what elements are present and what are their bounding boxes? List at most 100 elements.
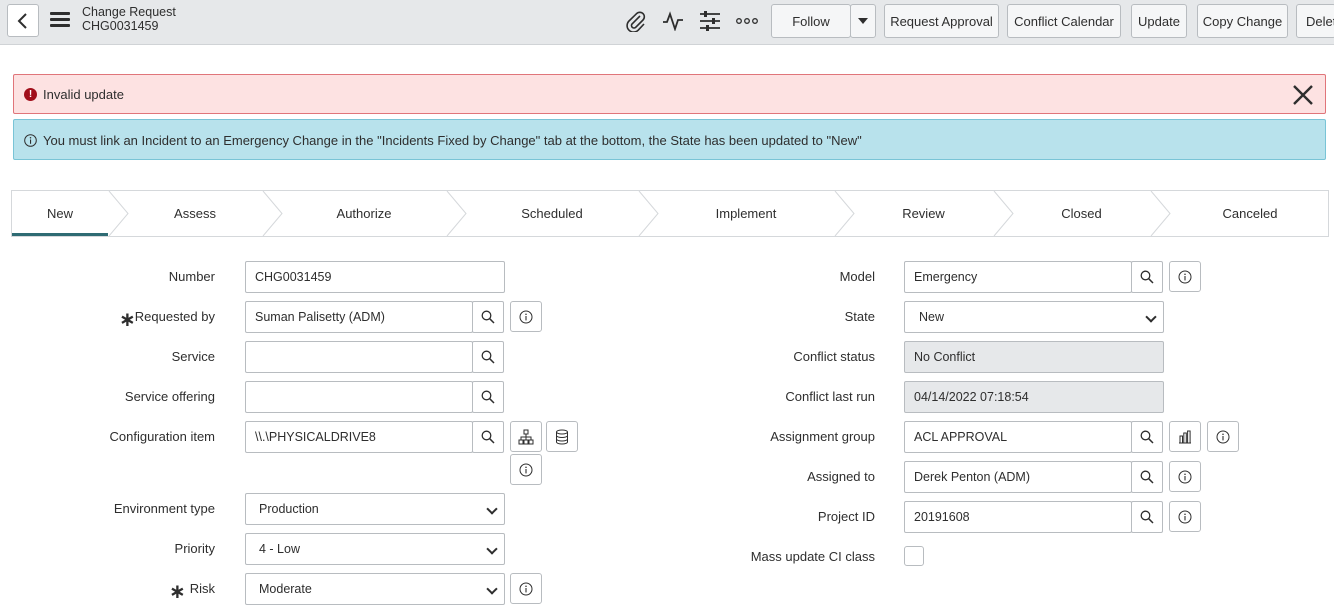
stage-separator bbox=[1150, 191, 1171, 236]
stage-assess: Assess bbox=[174, 206, 216, 221]
assigned-to-field[interactable]: Derek Penton (ADM) bbox=[904, 461, 1132, 493]
error-message: Invalid update bbox=[43, 87, 124, 102]
assigned-to-info-button[interactable] bbox=[1169, 461, 1201, 492]
search-icon bbox=[481, 430, 495, 444]
info-icon bbox=[1178, 470, 1192, 483]
project-id-label: Project ID bbox=[817, 509, 875, 524]
info-alert: You must link an Incident to an Emergenc… bbox=[13, 119, 1326, 160]
search-icon bbox=[1140, 430, 1154, 444]
ci-dependency-map-button[interactable] bbox=[510, 421, 542, 452]
conflict-calendar-button[interactable]: Conflict Calendar bbox=[1007, 4, 1121, 38]
request-approval-button[interactable]: Request Approval bbox=[884, 4, 999, 38]
assignment-group-field[interactable]: ACL APPROVAL bbox=[904, 421, 1132, 453]
project-id-info-button[interactable] bbox=[1169, 501, 1201, 532]
risk-label: Risk bbox=[189, 581, 215, 596]
model-lookup-button[interactable] bbox=[1131, 261, 1163, 293]
number-field[interactable]: CHG0031459 bbox=[245, 261, 505, 293]
copy-change-button[interactable]: Copy Change bbox=[1197, 4, 1288, 38]
info-icon bbox=[1178, 270, 1192, 283]
assignment-group-lookup-button[interactable] bbox=[1131, 421, 1163, 453]
search-icon bbox=[1140, 470, 1154, 484]
activity-icon[interactable] bbox=[661, 9, 685, 33]
state-label: State bbox=[844, 309, 875, 324]
model-info-button[interactable] bbox=[1169, 261, 1201, 292]
project-id-field[interactable]: 20191608 bbox=[904, 501, 1132, 533]
info-message: You must link an Incident to an Emergenc… bbox=[43, 133, 862, 148]
info-icon bbox=[24, 134, 37, 147]
number-label: Number bbox=[168, 269, 215, 284]
assigned-to-lookup-button[interactable] bbox=[1131, 461, 1163, 493]
model-field[interactable]: Emergency bbox=[904, 261, 1132, 293]
stage-scheduled: Scheduled bbox=[521, 206, 583, 221]
project-id-lookup-button[interactable] bbox=[1131, 501, 1163, 533]
risk-select[interactable]: Moderate bbox=[245, 573, 505, 605]
ci-database-button[interactable] bbox=[546, 421, 578, 452]
info-icon bbox=[1178, 510, 1192, 523]
hamburger-menu-icon[interactable] bbox=[50, 12, 70, 28]
stage-separator bbox=[446, 191, 467, 236]
conflict-status-label: Conflict status bbox=[793, 349, 875, 364]
configuration-item-lookup-button[interactable] bbox=[472, 421, 504, 453]
paperclip-icon[interactable] bbox=[624, 9, 648, 33]
caret-down-icon bbox=[858, 18, 868, 24]
model-label: Model bbox=[839, 269, 875, 284]
search-icon bbox=[481, 350, 495, 364]
stage-separator bbox=[638, 191, 659, 236]
environment-type-label: Environment type bbox=[113, 501, 215, 516]
risk-info-button[interactable] bbox=[510, 573, 542, 604]
service-label: Service bbox=[171, 349, 215, 364]
search-icon bbox=[481, 310, 495, 324]
state-select[interactable]: New bbox=[904, 301, 1164, 333]
process-flow: New Assess Authorize Scheduled Implement… bbox=[11, 190, 1329, 237]
environment-type-select[interactable]: Production bbox=[245, 493, 505, 525]
search-icon bbox=[1140, 270, 1154, 284]
record-title: Change Request CHG0031459 bbox=[82, 5, 176, 33]
configuration-item-info-button[interactable] bbox=[510, 454, 542, 485]
record-type: Change Request bbox=[82, 5, 176, 19]
mass-update-ci-class-label: Mass update CI class bbox=[750, 549, 875, 564]
follow-button[interactable]: Follow bbox=[771, 4, 851, 38]
service-lookup-button[interactable] bbox=[472, 341, 504, 373]
delete-button[interactable]: Delete bbox=[1296, 4, 1334, 38]
update-button[interactable]: Update bbox=[1131, 4, 1187, 38]
form-header: Change Request CHG0031459 Follow Request… bbox=[0, 0, 1334, 45]
configuration-item-field[interactable]: \\.\PHYSICALDRIVE8 bbox=[245, 421, 473, 453]
requested-by-lookup-button[interactable] bbox=[472, 301, 504, 333]
service-offering-lookup-button[interactable] bbox=[472, 381, 504, 413]
requested-by-info-button[interactable] bbox=[510, 301, 542, 332]
stage-authorize: Authorize bbox=[336, 206, 392, 221]
mass-update-ci-class-checkbox[interactable] bbox=[904, 546, 924, 566]
back-button[interactable] bbox=[7, 4, 39, 37]
stage-separator bbox=[108, 191, 129, 236]
settings-sliders-icon[interactable] bbox=[698, 9, 722, 33]
info-icon bbox=[519, 582, 533, 595]
assignment-group-label: Assignment group bbox=[770, 429, 875, 444]
requested-by-field[interactable]: Suman Palisetty (ADM) bbox=[245, 301, 473, 333]
hierarchy-icon bbox=[518, 429, 534, 444]
stage-review: Review bbox=[902, 206, 945, 221]
service-field[interactable] bbox=[245, 341, 473, 373]
priority-select[interactable]: 4 - Low bbox=[245, 533, 505, 565]
chevron-left-icon bbox=[17, 12, 27, 29]
more-options-icon[interactable] bbox=[735, 9, 759, 33]
stage-separator bbox=[262, 191, 283, 236]
follow-dropdown-button[interactable] bbox=[850, 4, 876, 38]
info-icon bbox=[1216, 430, 1230, 443]
search-icon bbox=[481, 390, 495, 404]
stage-closed: Closed bbox=[1061, 206, 1102, 221]
configuration-item-label: Configuration item bbox=[109, 429, 216, 444]
priority-label: Priority bbox=[174, 541, 215, 556]
requested-by-label: Requested by bbox=[134, 309, 215, 324]
close-icon[interactable] bbox=[1292, 84, 1314, 106]
assignment-group-info-button[interactable] bbox=[1207, 421, 1239, 452]
stage-implement: Implement bbox=[715, 206, 777, 221]
conflict-status-field: No Conflict bbox=[904, 341, 1164, 373]
service-offering-field[interactable] bbox=[245, 381, 473, 413]
stage-separator bbox=[834, 191, 855, 236]
mandatory-icon: ∗ bbox=[169, 581, 186, 603]
stage-separator bbox=[993, 191, 1014, 236]
info-icon bbox=[519, 463, 533, 476]
assignment-group-workload-button[interactable] bbox=[1169, 421, 1201, 452]
conflict-last-run-label: Conflict last run bbox=[785, 389, 875, 404]
error-alert: ! Invalid update bbox=[13, 74, 1326, 114]
